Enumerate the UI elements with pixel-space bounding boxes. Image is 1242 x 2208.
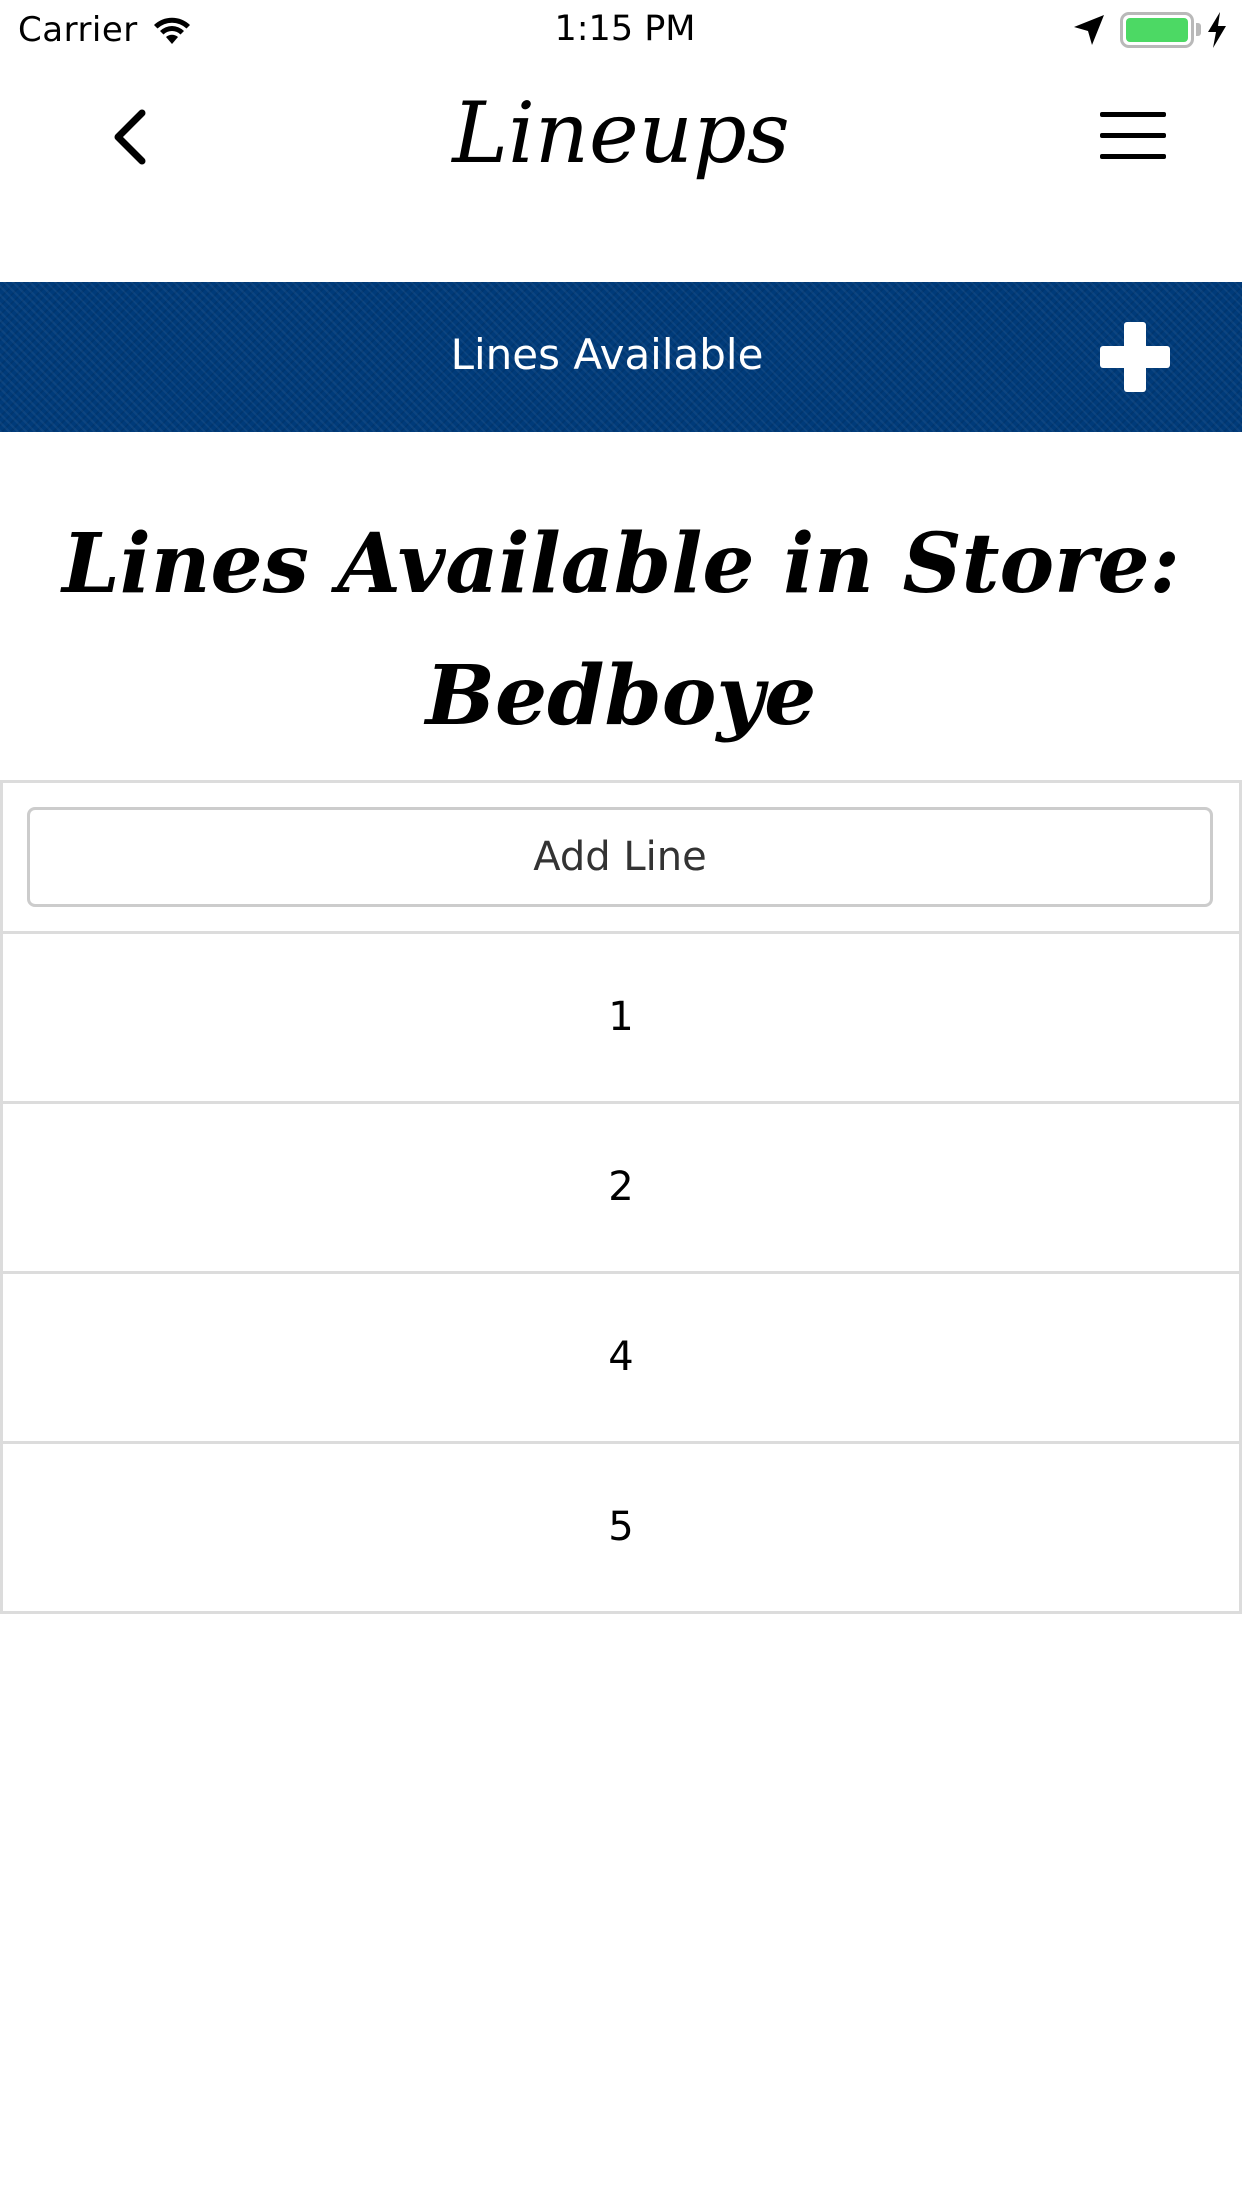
charging-bolt-icon (1208, 12, 1226, 48)
plus-icon-vertical (1124, 322, 1146, 392)
location-arrow-icon (1074, 15, 1104, 45)
battery-icon (1120, 12, 1194, 48)
add-line-button[interactable]: Add Line (27, 807, 1213, 907)
store-heading: Lines Available in Store: Bedboye (40, 498, 1202, 762)
menu-button[interactable] (1096, 102, 1170, 172)
line-item[interactable]: 4 (0, 1274, 1242, 1444)
banner-title: Lines Available (450, 330, 764, 379)
battery-cap (1196, 23, 1201, 36)
status-time: 1:15 PM (554, 9, 696, 49)
status-bar: Carrier 1:15 PM (0, 0, 1242, 62)
battery-level (1126, 18, 1188, 42)
lineups-screen: Carrier 1:15 PM Lineups Lines Available … (0, 0, 1242, 2208)
lines-list: Add Line 1 2 4 5 (0, 780, 1242, 1614)
add-button[interactable] (1100, 322, 1170, 392)
add-line-row: Add Line (0, 780, 1242, 934)
store-heading-line1: Lines Available in Store: (62, 516, 1180, 612)
line-item[interactable]: 5 (0, 1444, 1242, 1614)
line-item[interactable]: 2 (0, 1104, 1242, 1274)
store-name: Bedboye (425, 648, 817, 744)
app-title: Lineups (452, 84, 790, 182)
nav-bar: Lineups (0, 62, 1242, 282)
section-banner: Lines Available (0, 282, 1242, 432)
hamburger-menu-icon (1100, 112, 1166, 159)
line-item[interactable]: 1 (0, 934, 1242, 1104)
